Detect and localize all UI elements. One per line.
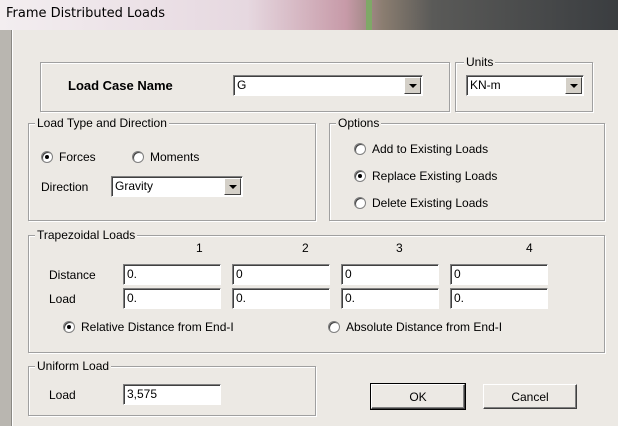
radio-checked-icon [354,170,366,182]
title-bar[interactable]: Frame Distributed Loads [0,0,618,30]
option-delete-radio[interactable]: Delete Existing Loads [354,196,488,210]
load-value-2: 0. [236,291,247,305]
load-label: Load [49,292,76,306]
absolute-distance-label: Absolute Distance from End-I [346,320,503,334]
load-type-group: Load Type and Direction Forces Moments D… [28,116,316,221]
radio-checked-icon [41,151,53,163]
chevron-down-icon[interactable] [404,77,421,94]
window-frame [0,30,12,426]
forces-radio[interactable]: Forces [41,150,96,164]
moments-radio[interactable]: Moments [132,150,199,164]
option-add-radio[interactable]: Add to Existing Loads [354,142,488,156]
distance-value-4: 0 [454,267,461,281]
load-field-3[interactable]: 0. [341,288,439,309]
radio-unchecked-icon [132,151,144,163]
forces-label: Forces [59,150,96,164]
chevron-down-icon[interactable] [565,77,582,94]
column-header-3: 3 [396,241,403,255]
title-bar-accent [366,0,372,30]
load-case-value: G [237,78,247,92]
options-group: Options Add to Existing Loads Replace Ex… [329,116,605,221]
distance-value-1: 0. [127,267,138,281]
distance-field-3[interactable]: 0 [341,264,439,285]
distance-value-3: 0 [345,267,352,281]
uniform-load-field[interactable]: 3,575 [123,384,221,405]
load-type-legend: Load Type and Direction [35,116,169,130]
units-select[interactable]: KN-m [466,75,584,96]
cancel-button[interactable]: Cancel [483,384,577,409]
direction-select[interactable]: Gravity [111,176,243,197]
option-replace-label: Replace Existing Loads [372,169,498,183]
distance-field-4[interactable]: 0 [450,264,548,285]
uniform-load-legend: Uniform Load [35,359,112,373]
options-legend: Options [336,116,382,130]
units-legend: Units [464,55,496,69]
trapezoidal-legend: Trapezoidal Loads [35,228,138,242]
uniform-load-value: 3,575 [127,387,158,401]
uniform-load-group: Uniform Load Load 3,575 [28,359,316,416]
distance-field-2[interactable]: 0 [232,264,330,285]
distance-label: Distance [49,268,96,282]
direction-value: Gravity [115,179,154,193]
load-value-4: 0. [454,291,465,305]
relative-distance-label: Relative Distance from End-I [81,320,234,334]
dialog-body: Load Case Name G Units KN-m Load Type an… [12,30,618,426]
absolute-distance-radio[interactable]: Absolute Distance from End-I [328,320,502,334]
option-add-label: Add to Existing Loads [372,142,489,156]
option-delete-label: Delete Existing Loads [372,196,489,210]
ok-button[interactable]: OK [370,383,466,410]
load-field-4[interactable]: 0. [450,288,548,309]
radio-unchecked-icon [354,197,366,209]
load-value-1: 0. [127,291,138,305]
radio-unchecked-icon [354,143,366,155]
radio-checked-icon [63,321,75,333]
load-case-select[interactable]: G [233,75,423,96]
moments-label: Moments [150,150,200,164]
uniform-load-label: Load [49,388,76,402]
distance-value-2: 0 [236,267,243,281]
direction-label: Direction [41,180,89,194]
radio-unchecked-icon [328,321,340,333]
load-field-1[interactable]: 0. [123,288,221,309]
load-value-3: 0. [345,291,356,305]
column-header-4: 4 [526,241,533,255]
load-case-group: Load Case Name G [40,62,450,112]
relative-distance-radio[interactable]: Relative Distance from End-I [63,320,234,334]
column-header-2: 2 [302,241,309,255]
load-case-label: Load Case Name [68,78,173,93]
distance-field-1[interactable]: 0. [123,264,221,285]
column-header-1: 1 [196,241,203,255]
trapezoidal-group: Trapezoidal Loads 1 2 3 4 Distance 0. 0 … [28,228,605,353]
chevron-down-icon[interactable] [224,178,241,195]
units-value: KN-m [470,78,501,92]
units-group: Units KN-m [455,55,593,112]
load-field-2[interactable]: 0. [232,288,330,309]
window-title: Frame Distributed Loads [6,6,166,21]
option-replace-radio[interactable]: Replace Existing Loads [354,169,497,183]
